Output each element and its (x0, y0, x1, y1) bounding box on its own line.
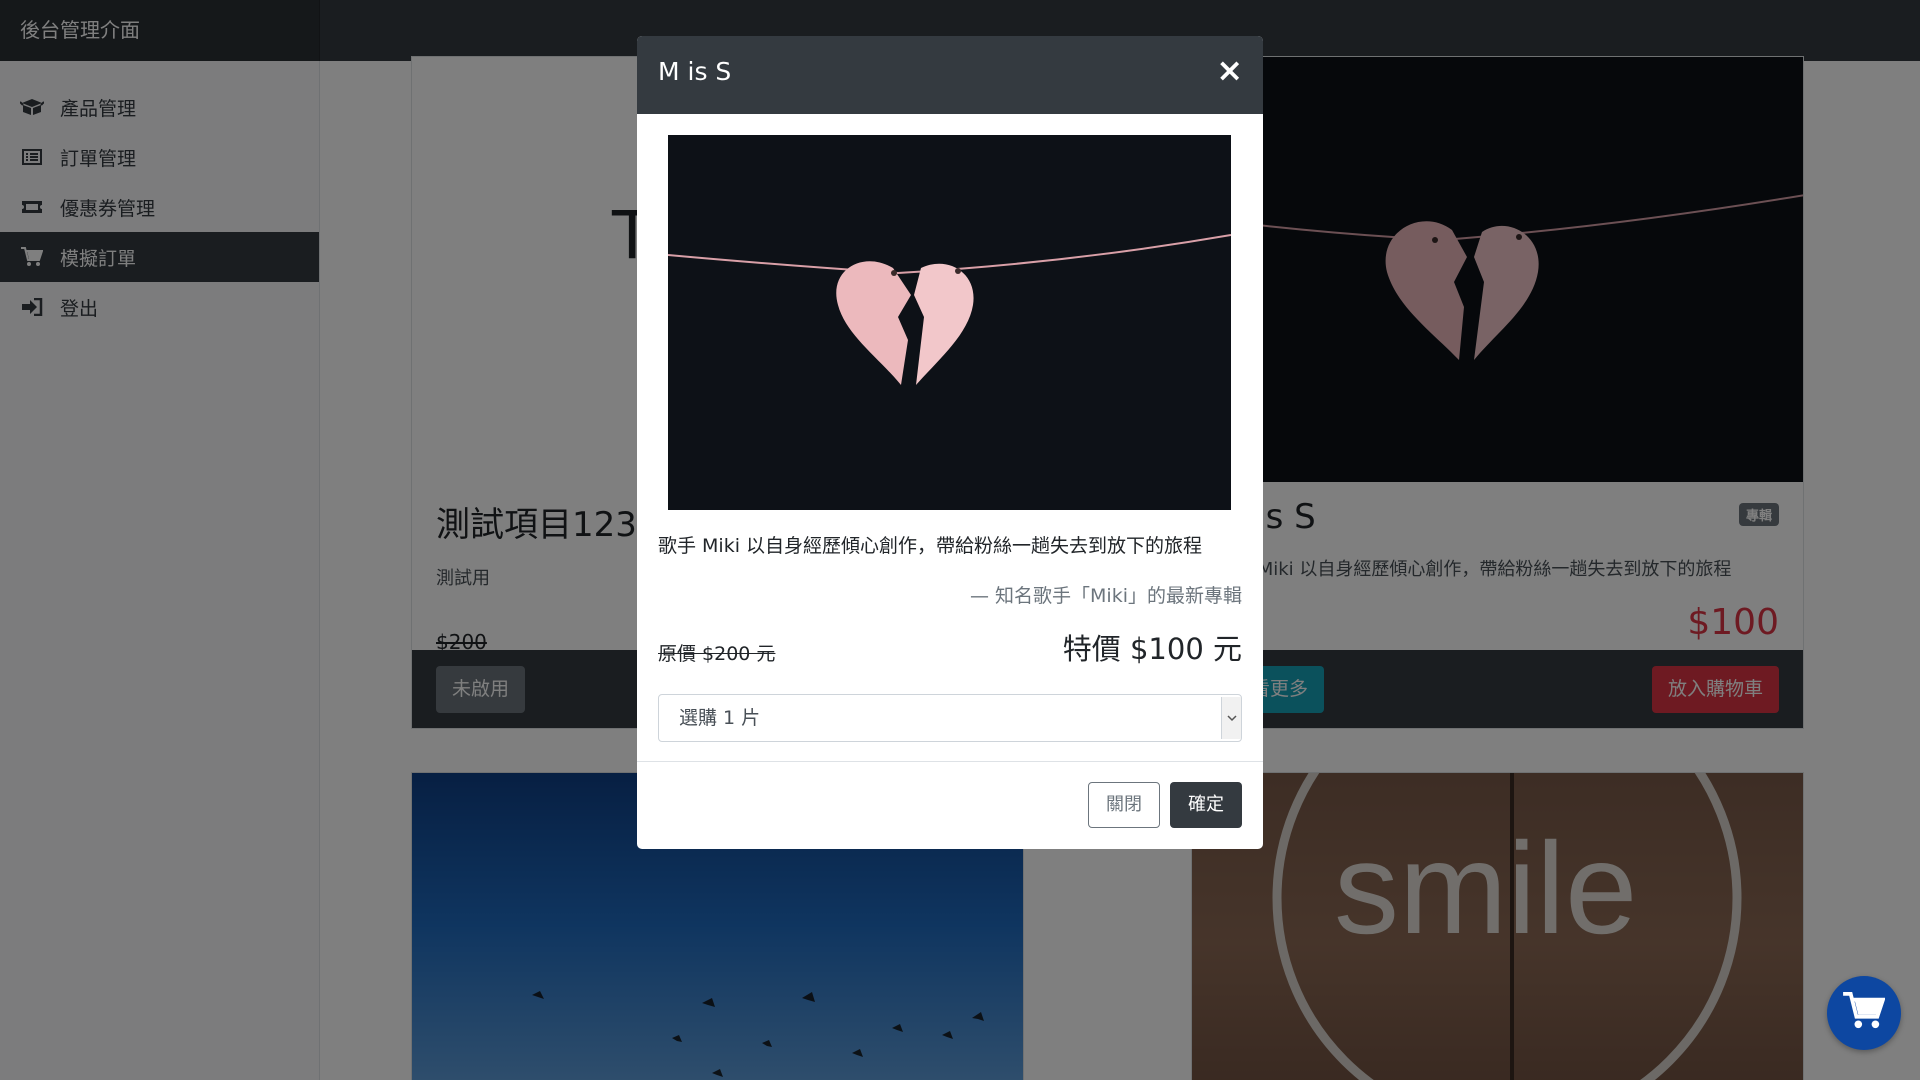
cart-icon (1843, 992, 1886, 1034)
original-price: 原價 $200 元 (658, 643, 776, 665)
confirm-button[interactable]: 確定 (1170, 782, 1242, 828)
chevron-down-icon (1221, 697, 1241, 739)
modal-title: M is S (658, 57, 732, 86)
floating-cart-button[interactable] (1827, 976, 1901, 1050)
product-detail-modal: M is S × 歌手 Miki 以自身經歷傾心創作，帶給粉絲一趟失去到放下的旅… (637, 36, 1263, 849)
modal-header: M is S × (637, 36, 1263, 114)
close-button[interactable]: 關閉 (1088, 782, 1160, 828)
close-icon[interactable]: × (1216, 54, 1243, 86)
quantity-select-value: 選購 1 片 (679, 707, 761, 729)
modal-footer-divider (637, 761, 1263, 762)
quantity-select[interactable]: 選購 1 片 (658, 694, 1242, 742)
product-image (667, 135, 1232, 510)
modal-quote: — 知名歌手「Miki」的最新專輯 (970, 585, 1242, 607)
modal-description: 歌手 Miki 以自身經歷傾心創作，帶給粉絲一趟失去到放下的旅程 (658, 535, 1203, 557)
sale-price: 特價 $100 元 (1062, 632, 1242, 666)
